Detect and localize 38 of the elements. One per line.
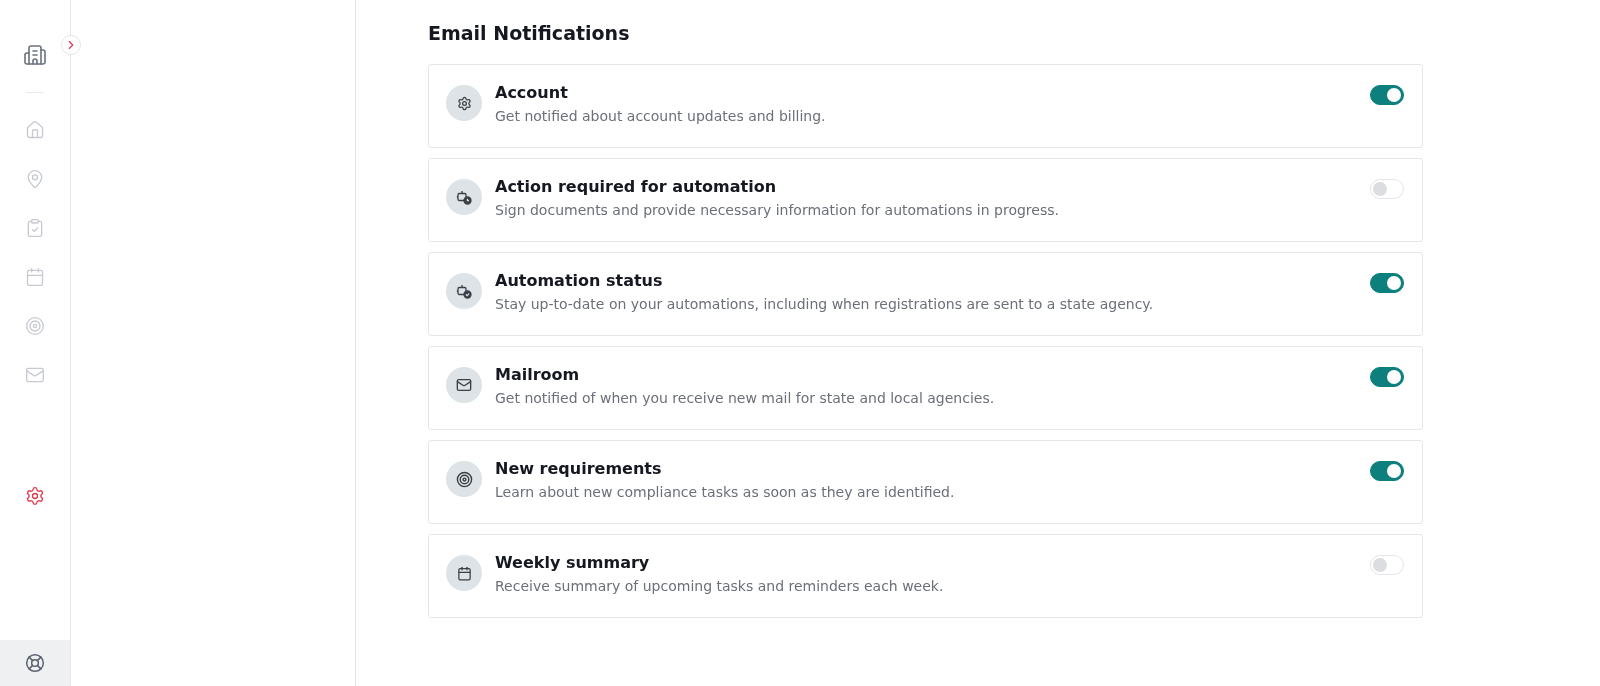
toggle-switch[interactable]	[1370, 367, 1404, 387]
expand-button[interactable]	[61, 35, 81, 55]
calendar-icon	[456, 565, 472, 581]
home-icon	[25, 120, 45, 140]
settings-icon	[25, 486, 45, 506]
robot-check-icon	[456, 283, 472, 299]
target-icon	[455, 470, 473, 488]
notification-description: Get notified about account updates and billing.	[495, 108, 827, 124]
notification-title: Account	[495, 83, 569, 102]
lifebuoy-icon	[25, 653, 45, 673]
notification-title: Mailroom	[495, 365, 581, 384]
calendar-icon	[25, 267, 45, 287]
calendar-nav-button[interactable]	[24, 266, 46, 288]
notification-title: Automation status	[495, 271, 664, 290]
settings-icon	[456, 95, 472, 111]
target-nav-button[interactable]	[24, 315, 46, 337]
building-icon	[23, 43, 47, 67]
notification-title: Action required for automation	[495, 177, 777, 196]
robot-clock-icon	[456, 189, 472, 205]
toggle-switch[interactable]	[1370, 273, 1404, 293]
notification-description: Stay up-to-date on your automations, including when registrations are sent to a state agency.	[495, 296, 1155, 312]
mail-icon	[456, 377, 472, 393]
help-button[interactable]	[0, 640, 70, 686]
notification-title: Weekly summary	[495, 553, 651, 572]
toggle-switch[interactable]	[1370, 85, 1404, 105]
mail-icon	[25, 365, 45, 385]
section-title: Email Notifications	[428, 22, 631, 44]
toggle-switch[interactable]	[1370, 461, 1404, 481]
location-pin-icon	[25, 169, 45, 189]
settings-nav-button[interactable]	[24, 485, 46, 507]
notification-description: Receive summary of upcoming tasks and reminders each week.	[495, 578, 945, 594]
notification-description: Learn about new compliance tasks as soon as they are identified.	[495, 484, 956, 500]
clipboard-check-icon	[25, 218, 45, 238]
home-nav-button[interactable]	[24, 119, 46, 141]
notification-description: Sign documents and provide necessary information for automations in progress.	[495, 202, 1060, 218]
notification-title: New requirements	[495, 459, 663, 478]
notification-description: Get notified of when you receive new mail for state and local agencies.	[495, 390, 996, 406]
target-icon	[25, 316, 45, 336]
